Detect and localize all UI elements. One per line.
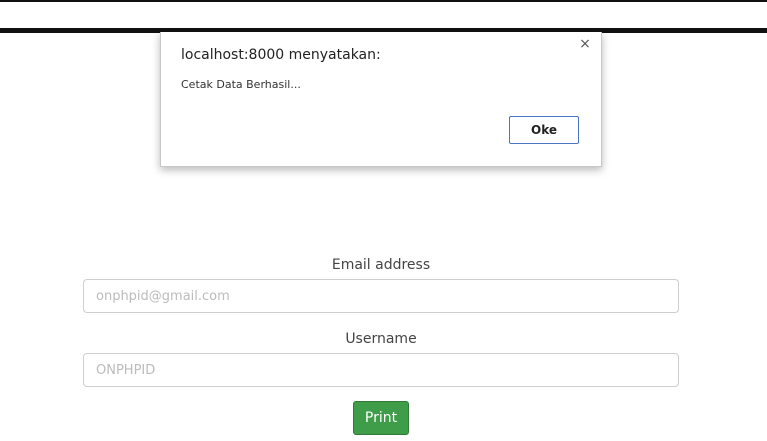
username-label: Username xyxy=(345,331,417,347)
close-icon[interactable]: × xyxy=(578,37,592,51)
top-border-line xyxy=(0,0,767,2)
email-label: Email address xyxy=(331,257,431,273)
email-field[interactable] xyxy=(83,279,679,313)
username-field[interactable] xyxy=(83,353,679,387)
dialog-title: localhost:8000 menyatakan: xyxy=(181,47,381,63)
page: Email address Username Print localhost:8… xyxy=(0,0,767,441)
ok-button[interactable]: Oke xyxy=(509,116,579,144)
dialog-message: Cetak Data Berhasil... xyxy=(181,78,301,91)
print-button[interactable]: Print xyxy=(353,401,409,435)
alert-dialog: localhost:8000 menyatakan: × Cetak Data … xyxy=(160,32,602,167)
